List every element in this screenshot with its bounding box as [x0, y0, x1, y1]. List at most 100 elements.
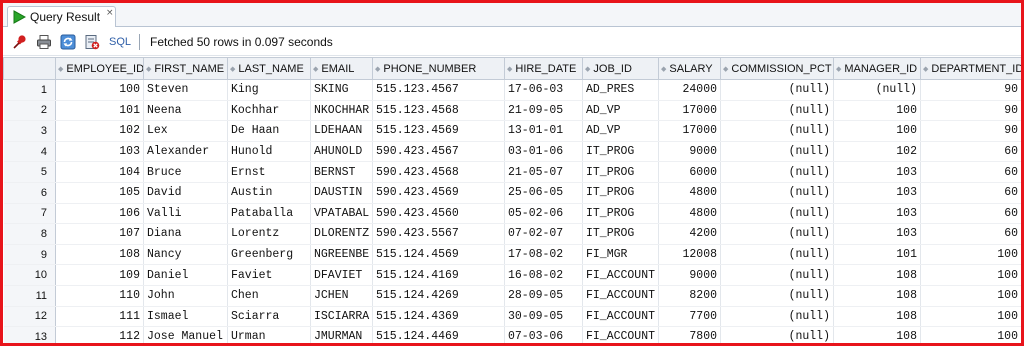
table-cell[interactable]: 7800	[658, 326, 721, 343]
table-cell[interactable]: 101	[55, 100, 144, 122]
table-cell[interactable]: 100	[920, 244, 1021, 266]
table-cell[interactable]: King	[227, 79, 311, 101]
table-row[interactable]: 12 111 Ismael Sciarra ISCIARRA 515.124.4369 30…	[3, 306, 1021, 328]
table-cell[interactable]: 590.423.4567	[372, 141, 505, 163]
table-cell[interactable]: 590.423.4568	[372, 161, 505, 183]
table-cell[interactable]: 108	[833, 264, 921, 286]
table-cell[interactable]: 60	[920, 203, 1021, 225]
table-cell[interactable]: 107	[55, 223, 144, 245]
table-cell[interactable]: John	[143, 285, 228, 307]
close-icon[interactable]: ×	[106, 8, 114, 18]
column-header[interactable]: ◆ DEPARTMENT_ID	[920, 57, 1021, 80]
refresh-icon[interactable]	[59, 33, 77, 51]
table-cell[interactable]: NKOCHHAR	[310, 100, 373, 122]
table-cell[interactable]: 106	[55, 203, 144, 225]
table-cell[interactable]: 100	[920, 326, 1021, 343]
table-row[interactable]: 5 104 Bruce Ernst BERNST 590.423.4568 21-05-07…	[3, 161, 1021, 183]
table-cell[interactable]: 515.123.4568	[372, 100, 505, 122]
table-row[interactable]: 3 102 Lex De Haan LDEHAAN 515.123.4569 13-01-0…	[3, 120, 1021, 142]
column-header[interactable]: ◆ JOB_ID	[582, 57, 659, 80]
table-cell[interactable]: IT_PROG	[582, 161, 659, 183]
table-cell[interactable]: 105	[55, 182, 144, 204]
table-cell[interactable]: 60	[920, 223, 1021, 245]
table-cell[interactable]: 103	[833, 161, 921, 183]
table-cell[interactable]: 60	[920, 141, 1021, 163]
table-cell[interactable]: 21-05-07	[504, 161, 583, 183]
table-row[interactable]: 9 108 Nancy Greenberg NGREENBE 515.124.4569 17…	[3, 244, 1021, 266]
table-cell[interactable]: 13-01-01	[504, 120, 583, 142]
table-cell[interactable]: 103	[833, 223, 921, 245]
table-cell[interactable]: 515.124.4269	[372, 285, 505, 307]
table-cell[interactable]: 108	[833, 326, 921, 343]
table-cell[interactable]: 101	[833, 244, 921, 266]
table-cell[interactable]: NGREENBE	[310, 244, 373, 266]
table-cell[interactable]: 590.423.4560	[372, 203, 505, 225]
table-cell[interactable]: 515.123.4567	[372, 79, 505, 101]
column-header[interactable]: ◆ SALARY	[658, 57, 721, 80]
table-cell[interactable]: AD_VP	[582, 120, 659, 142]
table-cell[interactable]: 515.124.4569	[372, 244, 505, 266]
column-header[interactable]: ◆ FIRST_NAME	[143, 57, 228, 80]
table-cell[interactable]: IT_PROG	[582, 223, 659, 245]
column-header[interactable]: ◆ EMPLOYEE_ID	[55, 57, 144, 80]
table-cell[interactable]: FI_ACCOUNT	[582, 264, 659, 286]
table-cell[interactable]: JCHEN	[310, 285, 373, 307]
table-cell[interactable]: (null)	[720, 120, 834, 142]
table-cell[interactable]: 110	[55, 285, 144, 307]
table-cell[interactable]: 100	[833, 100, 921, 122]
table-cell[interactable]: Nancy	[143, 244, 228, 266]
export-icon[interactable]	[83, 33, 101, 51]
table-cell[interactable]: VPATABAL	[310, 203, 373, 225]
column-header[interactable]: ◆ LAST_NAME	[227, 57, 311, 80]
table-cell[interactable]: SKING	[310, 79, 373, 101]
table-row[interactable]: 11 110 John Chen JCHEN 515.124.4269 28-09-05 FI…	[3, 285, 1021, 307]
table-cell[interactable]: 108	[55, 244, 144, 266]
table-cell[interactable]: (null)	[720, 141, 834, 163]
table-cell[interactable]: 112	[55, 326, 144, 343]
table-cell[interactable]: David	[143, 182, 228, 204]
table-cell[interactable]: 111	[55, 306, 144, 328]
table-cell[interactable]: 100	[55, 79, 144, 101]
table-cell[interactable]: IT_PROG	[582, 203, 659, 225]
table-cell[interactable]: JMURMAN	[310, 326, 373, 343]
table-cell[interactable]: 24000	[658, 79, 721, 101]
table-cell[interactable]: Lex	[143, 120, 228, 142]
table-cell[interactable]: ISCIARRA	[310, 306, 373, 328]
table-cell[interactable]: 103	[55, 141, 144, 163]
table-cell[interactable]: Kochhar	[227, 100, 311, 122]
table-cell[interactable]: AHUNOLD	[310, 141, 373, 163]
table-row[interactable]: 1 100 Steven King SKING 515.123.4567 17-06-03 A…	[3, 79, 1021, 101]
pin-icon[interactable]	[11, 33, 29, 51]
table-cell[interactable]: 90	[920, 79, 1021, 101]
table-cell[interactable]: Sciarra	[227, 306, 311, 328]
table-cell[interactable]: BERNST	[310, 161, 373, 183]
table-cell[interactable]: FI_MGR	[582, 244, 659, 266]
table-cell[interactable]: AD_VP	[582, 100, 659, 122]
table-row[interactable]: 2 101 Neena Kochhar NKOCHHAR 515.123.4568 21-0…	[3, 100, 1021, 122]
table-cell[interactable]: 515.124.4469	[372, 326, 505, 343]
table-cell[interactable]: 03-01-06	[504, 141, 583, 163]
table-cell[interactable]: 4800	[658, 203, 721, 225]
table-row[interactable]: 13 112 Jose Manuel Urman JMURMAN 515.124.4469…	[3, 326, 1021, 343]
table-cell[interactable]: 4200	[658, 223, 721, 245]
table-cell[interactable]: Bruce	[143, 161, 228, 183]
table-cell[interactable]: 07-03-06	[504, 326, 583, 343]
table-cell[interactable]: Neena	[143, 100, 228, 122]
table-cell[interactable]: 590.423.4569	[372, 182, 505, 204]
table-cell[interactable]: (null)	[720, 306, 834, 328]
table-cell[interactable]: 108	[833, 285, 921, 307]
table-cell[interactable]: 6000	[658, 161, 721, 183]
table-cell[interactable]: (null)	[720, 161, 834, 183]
table-cell[interactable]: Diana	[143, 223, 228, 245]
table-cell[interactable]: 100	[920, 264, 1021, 286]
table-cell[interactable]: 102	[833, 141, 921, 163]
table-cell[interactable]: FI_ACCOUNT	[582, 306, 659, 328]
table-cell[interactable]: Pataballa	[227, 203, 311, 225]
table-cell[interactable]: 17-06-03	[504, 79, 583, 101]
table-cell[interactable]: 108	[833, 306, 921, 328]
table-cell[interactable]: 7700	[658, 306, 721, 328]
table-cell[interactable]: 4800	[658, 182, 721, 204]
table-cell[interactable]: 05-02-06	[504, 203, 583, 225]
table-row[interactable]: 7 106 Valli Pataballa VPATABAL 590.423.4560 05…	[3, 203, 1021, 225]
table-cell[interactable]: 103	[833, 182, 921, 204]
